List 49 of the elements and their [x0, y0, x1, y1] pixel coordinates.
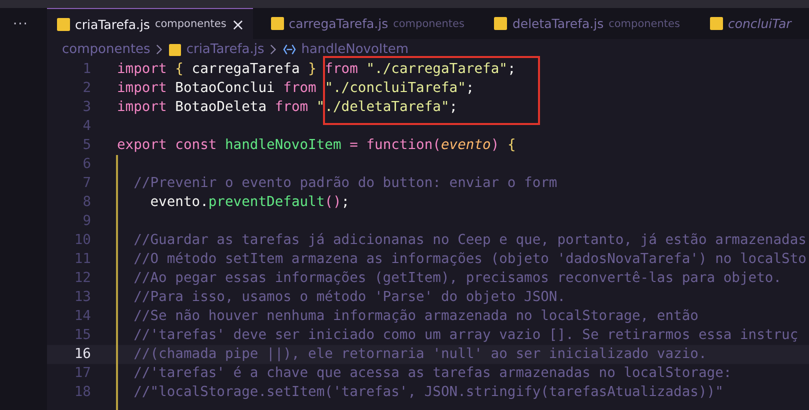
- code-line: //Para isso, usamos o método 'Parse' do objeto JSON.: [132, 288, 566, 307]
- line-number: 17: [73, 364, 91, 383]
- code-line: export const handleNovoItem = function(evento) {: [117, 136, 516, 155]
- line-number: 2: [82, 79, 91, 98]
- line-number: 3: [82, 98, 91, 117]
- code-line: //'tarefas' é a chave que acessa as tarefas armazenadas no localStorage:: [132, 364, 732, 383]
- code-line: //Ao pegar essas informações (getItem), precisamos reconvertê-las para objeto.: [132, 269, 782, 288]
- code-line: import BotaoConclui from "./concluiTarefa";: [117, 79, 474, 98]
- line-number: 9: [82, 212, 91, 231]
- breadcrumb-item[interactable]: handleNovoItem: [301, 42, 409, 57]
- close-icon[interactable]: ×: [231, 14, 245, 34]
- line-number: 10: [73, 231, 91, 250]
- editor-tab[interactable]: carregaTarefa.js componentes: [260, 8, 472, 39]
- code-line: //Se não houver nenhuma informação armazenada no localStorage, então: [132, 307, 698, 326]
- code-line: //(chamada pipe ||), ele retornaria 'null' ao ser inicializado vazio.: [132, 345, 707, 364]
- code-line: //'tarefas' deve ser iniciado como um array vazio []. Se retirarmos essa instruç: [132, 326, 798, 345]
- line-number: 5: [82, 136, 91, 155]
- code-line: //Prevenir o evento padrão do button: enviar o form: [132, 174, 558, 193]
- js-file-icon: [270, 17, 284, 30]
- line-number: 12: [73, 269, 91, 288]
- code-line: //O método setItem armazena as informações (objeto 'dadosNovaTarefa') no localSto: [132, 250, 806, 269]
- chevron-right-icon: [156, 44, 164, 55]
- code-line: //Guardar as tarefas já adicionanas no Ceep e que, portanto, já estão armazenadas: [132, 231, 806, 250]
- line-number: 13: [73, 288, 91, 307]
- js-file-icon: [494, 17, 508, 30]
- line-number: 7: [82, 174, 91, 193]
- js-file-icon: [710, 17, 723, 30]
- editor-tab[interactable]: criaTarefa.js componentes ×: [47, 8, 253, 39]
- symbol-icon: [283, 44, 296, 55]
- line-number: 1: [82, 60, 91, 79]
- js-file-icon: [57, 18, 70, 30]
- chevron-right-icon: [270, 44, 278, 55]
- code-line: //"localStorage.setItem('tarefas', JSON.stringify(tarefasAtualizadas))": [132, 383, 724, 402]
- line-number: 15: [73, 326, 91, 345]
- code-line: import { carregaTarefa } from "./carregaTarefa";: [117, 60, 516, 79]
- editor-tab[interactable]: concluiTar: [700, 8, 792, 39]
- code-line: evento.preventDefault();: [149, 193, 350, 212]
- line-number: 14: [73, 307, 91, 326]
- line-number: 6: [82, 155, 91, 174]
- line-number: 18: [73, 383, 91, 402]
- breadcrumb-item[interactable]: criaTarefa.js: [186, 42, 264, 57]
- more-actions[interactable]: ···: [0, 8, 47, 32]
- line-number: 4: [82, 117, 91, 136]
- breadcrumb-item[interactable]: componentes: [62, 42, 150, 57]
- editor-tab[interactable]: deletaTarefa.js componentes: [484, 8, 688, 39]
- line-number: 11: [73, 250, 91, 269]
- line-number: 16: [73, 345, 91, 364]
- js-file-icon: [169, 44, 182, 56]
- line-number: 8: [82, 193, 91, 212]
